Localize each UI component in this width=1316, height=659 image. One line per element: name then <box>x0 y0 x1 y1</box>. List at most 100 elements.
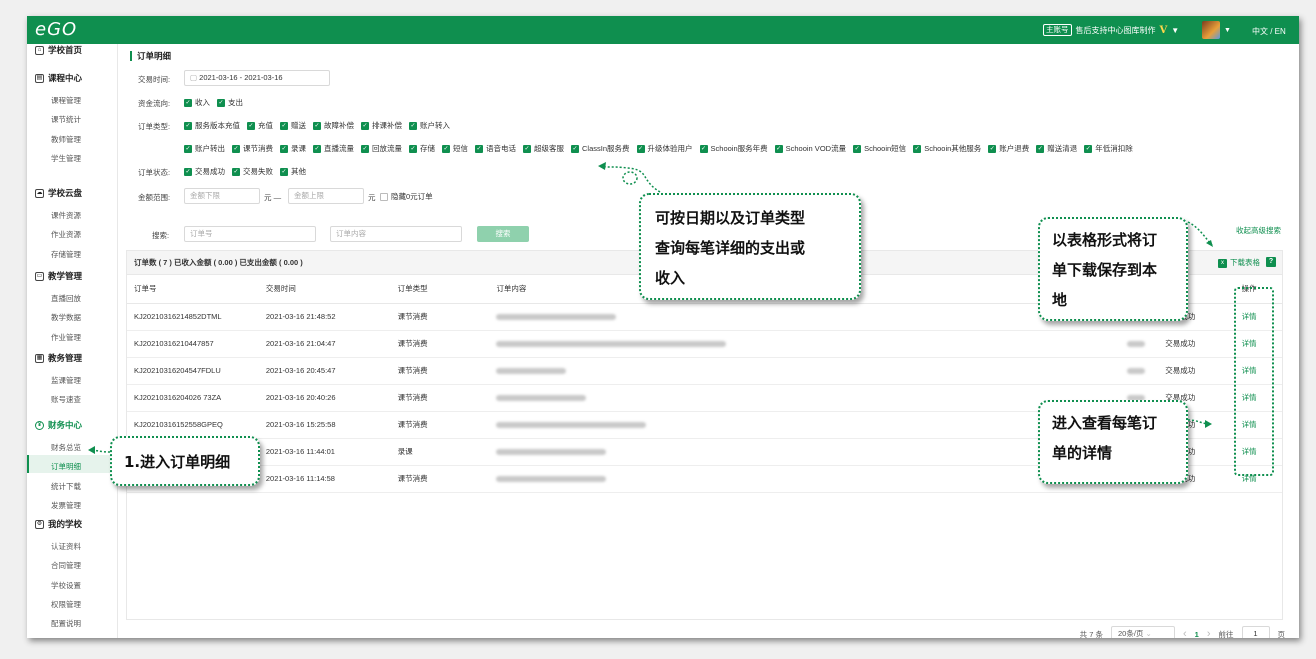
date-label: 交易时间: <box>138 75 171 84</box>
advanced-search-toggle[interactable]: 收起高级搜索 <box>1236 225 1281 236</box>
filter-checkbox[interactable]: ✓ 语音电话 <box>475 143 516 154</box>
sidebar-item[interactable]: 学校设置 <box>51 580 81 591</box>
amount-min-input[interactable]: 金额下限 <box>184 188 260 204</box>
filter-checkbox[interactable]: ✓ 排课补偿 <box>361 120 402 131</box>
filter-checkbox[interactable]: ✓ 交易成功 <box>184 166 225 177</box>
filter-checkbox[interactable]: ✓ ClassIn服务费 <box>571 143 630 154</box>
sidebar-item[interactable]: 发票管理 <box>51 500 81 511</box>
check-icon: ✓ <box>280 144 288 153</box>
sidebar-item[interactable]: 统计下载 <box>51 481 81 492</box>
filter-checkbox[interactable]: ✓ 支出 <box>217 97 243 108</box>
per-page-select[interactable]: 20条/页 ⌄ <box>1110 626 1175 638</box>
order-content-redacted <box>489 465 1049 493</box>
sidebar-item[interactable]: 合同管理 <box>51 560 81 571</box>
logo[interactable]: eGO <box>35 19 77 40</box>
sidebar-item[interactable]: 账号速查 <box>51 394 81 405</box>
amount-max-input[interactable]: 金额上限 <box>288 188 364 204</box>
filter-checkbox[interactable]: ✓ 赠送 <box>280 120 306 131</box>
filter-checkbox[interactable]: ✓ 年低消扣除 <box>1084 143 1133 154</box>
sidebar-item[interactable]: 课程管理 <box>51 95 81 106</box>
sidebar-section-3[interactable]: ▭ 教学管理 <box>35 270 82 282</box>
column-header: 订单类型 <box>390 275 490 304</box>
sidebar-section-4[interactable]: ▦ 教务管理 <box>35 352 82 364</box>
sidebar-section-5[interactable]: ¥ 财务中心 <box>35 419 82 431</box>
search-button[interactable]: 搜索 <box>477 226 529 242</box>
download-table-button[interactable]: x 下载表格 <box>1218 257 1260 269</box>
sidebar-section-6[interactable]: ⚙ 我的学校 <box>35 518 82 530</box>
amount-redacted <box>1048 357 1159 385</box>
filter-checkbox[interactable]: ✓ 充值 <box>247 120 273 131</box>
order-time: 2021-03-16 20:45:47 <box>258 357 391 385</box>
filter-checkbox[interactable]: ✓ 存储 <box>409 143 435 154</box>
filter-checkbox[interactable]: ✓ 回放流量 <box>361 143 402 154</box>
sidebar-item[interactable]: 作业管理 <box>51 332 81 343</box>
filter-checkbox[interactable]: ✓ 短信 <box>442 143 468 154</box>
sidebar-item[interactable]: 课件资源 <box>51 210 81 221</box>
filter-checkbox[interactable]: ✓ Schooin其他服务 <box>913 143 981 154</box>
filter-checkbox[interactable]: ✓ 直播流量 <box>313 143 354 154</box>
account-menu[interactable]: 主账号 售后支持中心图库制作 V ▼ <box>1043 24 1179 36</box>
filter-checkbox[interactable]: ✓ 账户转出 <box>184 143 225 154</box>
filter-checkbox[interactable]: ✓ Schooin服务年费 <box>699 143 768 154</box>
sidebar-item[interactable]: 学生管理 <box>51 153 81 164</box>
filter-checkbox[interactable]: ✓ 账户退费 <box>988 143 1029 154</box>
filter-checkbox[interactable]: ✓ 其他 <box>280 166 306 177</box>
order-time: 2021-03-16 21:04:47 <box>258 330 391 358</box>
filter-checkbox[interactable]: ✓ 超级客服 <box>523 143 564 154</box>
next-page-button[interactable]: › <box>1207 628 1211 638</box>
filter-checkbox[interactable]: ✓ 故障补偿 <box>313 120 354 131</box>
order-time: 2021-03-16 20:40:26 <box>258 384 391 412</box>
sidebar-item[interactable]: 教师管理 <box>51 134 81 145</box>
sidebar-item[interactable]: 教学数据 <box>51 312 81 323</box>
order-type: 课节消费 <box>390 330 490 358</box>
order-no: KJ20210316210447857 <box>127 330 259 358</box>
order-content-input[interactable]: 订单内容 <box>330 226 462 242</box>
current-page[interactable]: 1 <box>1195 630 1199 639</box>
goto-page-input[interactable]: 1 <box>1241 626 1270 638</box>
help-icon[interactable]: ? <box>1266 257 1276 267</box>
filter-checkbox[interactable]: ✓ 收入 <box>184 97 210 108</box>
date-range-picker[interactable]: ▢ 2021-03-16 - 2021-03-16 <box>184 70 330 86</box>
filter-checkbox[interactable]: ✓ 交易失败 <box>232 166 273 177</box>
chevron-down-icon[interactable]: ▼ <box>1224 27 1231 34</box>
sidebar-item[interactable]: 权限管理 <box>51 599 81 610</box>
sidebar-section-1[interactable]: ▤ 课程中心 <box>35 72 82 84</box>
hide-zero-checkbox[interactable]: 隐藏0元订单 <box>380 191 440 202</box>
filter-checkbox[interactable]: ✓ 账户转入 <box>409 120 450 131</box>
prev-page-button[interactable]: ‹ <box>1183 628 1187 638</box>
sidebar-section-0[interactable]: ⌂ 学校首页 <box>35 44 82 56</box>
vip-badge: V <box>1159 24 1168 36</box>
gear-icon: ⚙ <box>35 519 44 529</box>
amount-label: 金额范围: <box>138 193 171 202</box>
language-switch[interactable]: 中文 / EN <box>1252 26 1286 37</box>
sidebar-item[interactable]: 存储管理 <box>51 249 81 260</box>
order-type: 课节消费 <box>390 384 490 412</box>
check-icon: ✓ <box>184 121 192 130</box>
pager-total: 共 7 条 <box>1079 629 1103 639</box>
check-icon: ✓ <box>636 144 645 153</box>
check-icon: ✓ <box>361 144 369 153</box>
sidebar-section-2[interactable]: ☁ 学校云盘 <box>35 187 82 199</box>
sidebar-item[interactable]: 直播回放 <box>51 293 81 304</box>
sidebar-item[interactable]: 配置说明 <box>51 618 81 629</box>
flow-label: 资金流向: <box>138 99 171 108</box>
sidebar-item[interactable]: 订单明细 <box>51 461 81 472</box>
filter-checkbox[interactable]: ✓ Schooin短信 <box>853 143 906 154</box>
sidebar-item[interactable]: 作业资源 <box>51 229 81 240</box>
sidebar-item[interactable]: 认证资料 <box>51 541 81 552</box>
sidebar-item[interactable]: 监课管理 <box>51 375 81 386</box>
table-row: KJ20210316204547FDLU 2021-03-16 20:45:47… <box>127 357 1282 385</box>
account-name: 售后支持中心图库制作 <box>1075 25 1156 35</box>
filter-checkbox[interactable]: ✓ 录课 <box>280 143 306 154</box>
sidebar-item[interactable]: 财务总览 <box>51 442 81 453</box>
filter-checkbox[interactable]: ✓ 赠送清退 <box>1036 143 1077 154</box>
sidebar-item[interactable]: 产品文档 <box>51 638 81 639</box>
filter-checkbox[interactable]: ✓ 升级体验用户 <box>636 143 693 154</box>
filter-checkbox[interactable]: ✓ 课节消费 <box>232 143 273 154</box>
avatar[interactable] <box>1202 21 1220 39</box>
filter-checkbox[interactable]: ✓ Schooin VOD流量 <box>774 143 846 154</box>
filter-checkbox[interactable]: ✓ 服务版本充值 <box>184 120 240 131</box>
calendar-icon: ▢ <box>190 73 200 82</box>
order-no-input[interactable]: 订单号 <box>184 226 316 242</box>
sidebar-item[interactable]: 课节统计 <box>51 114 81 125</box>
